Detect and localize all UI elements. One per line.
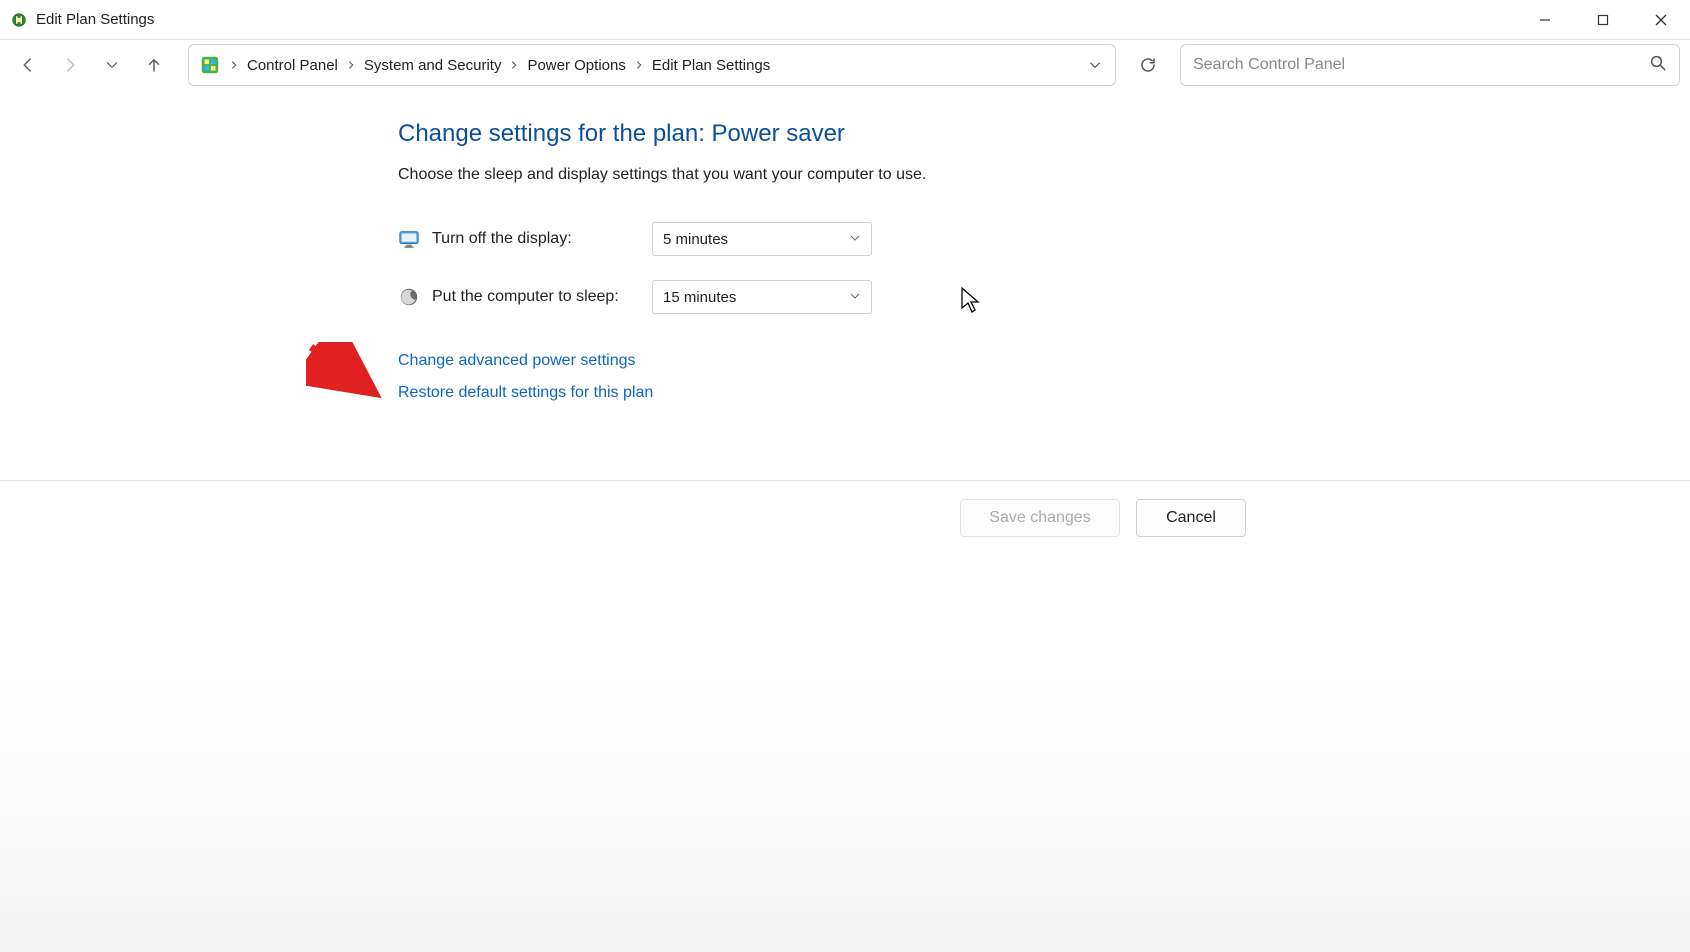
display-off-value: 5 minutes (663, 231, 728, 248)
control-panel-icon (199, 54, 221, 76)
bottom-fade (0, 672, 1690, 952)
breadcrumb-control-panel[interactable]: Control Panel (241, 53, 344, 78)
cancel-label: Cancel (1166, 509, 1216, 527)
close-button[interactable] (1632, 0, 1690, 40)
cancel-button[interactable]: Cancel (1136, 499, 1246, 537)
content-area: Change settings for the plan: Power save… (0, 90, 1690, 402)
recent-locations-button[interactable] (94, 47, 130, 83)
address-bar[interactable]: Control Panel System and Security Power … (188, 44, 1116, 86)
restore-default-settings-link[interactable]: Restore default settings for this plan (398, 384, 1690, 402)
chevron-right-icon[interactable] (344, 57, 358, 74)
search-input[interactable] (1193, 56, 1649, 74)
search-icon[interactable] (1649, 54, 1667, 76)
maximize-button[interactable] (1574, 0, 1632, 40)
chevron-right-icon[interactable] (227, 57, 241, 74)
power-options-app-icon (10, 11, 28, 29)
page-heading: Change settings for the plan: Power save… (398, 120, 1690, 148)
sleep-label: Put the computer to sleep: (432, 288, 652, 306)
refresh-button[interactable] (1130, 47, 1166, 83)
window-title: Edit Plan Settings (36, 11, 1516, 28)
navigation-toolbar: Control Panel System and Security Power … (0, 40, 1690, 90)
chevron-down-icon (849, 289, 861, 306)
save-changes-label: Save changes (989, 509, 1090, 527)
up-button[interactable] (136, 47, 172, 83)
address-history-dropdown[interactable] (1079, 49, 1111, 81)
minimize-button[interactable] (1516, 0, 1574, 40)
chevron-down-icon (849, 231, 861, 248)
display-off-dropdown[interactable]: 5 minutes (652, 222, 872, 256)
setting-row-sleep: Put the computer to sleep: 15 minutes (398, 280, 1690, 314)
forward-button[interactable] (52, 47, 88, 83)
sleep-value: 15 minutes (663, 289, 736, 306)
setting-row-display-off: Turn off the display: 5 minutes (398, 222, 1690, 256)
breadcrumb-edit-plan-settings[interactable]: Edit Plan Settings (646, 53, 776, 78)
display-icon (398, 228, 420, 250)
search-box[interactable] (1180, 44, 1680, 86)
change-advanced-power-settings-link[interactable]: Change advanced power settings (398, 352, 1690, 370)
links-block: Change advanced power settings Restore d… (398, 352, 1690, 402)
sleep-dropdown[interactable]: 15 minutes (652, 280, 872, 314)
footer-bar: Save changes Cancel (0, 480, 1690, 555)
chevron-right-icon[interactable] (632, 57, 646, 74)
breadcrumb-power-options[interactable]: Power Options (521, 53, 631, 78)
display-off-label: Turn off the display: (432, 230, 652, 248)
save-changes-button[interactable]: Save changes (960, 499, 1120, 537)
page-subtext: Choose the sleep and display settings th… (398, 166, 1690, 184)
window-controls (1516, 0, 1690, 40)
sleep-moon-icon (398, 286, 420, 308)
back-button[interactable] (10, 47, 46, 83)
titlebar: Edit Plan Settings (0, 0, 1690, 40)
breadcrumb-system-security[interactable]: System and Security (358, 53, 508, 78)
chevron-right-icon[interactable] (507, 57, 521, 74)
